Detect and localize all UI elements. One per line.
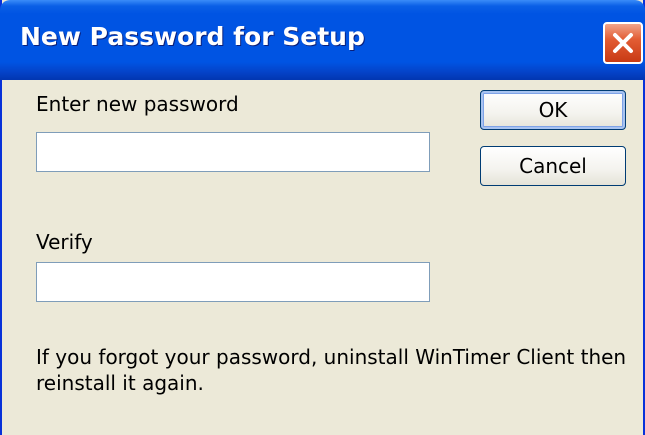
- close-icon: [613, 33, 633, 53]
- verify-password-input[interactable]: [36, 262, 430, 302]
- close-button[interactable]: [603, 22, 643, 64]
- cancel-button[interactable]: Cancel: [480, 146, 626, 186]
- ok-button[interactable]: OK: [480, 90, 626, 130]
- dialog-body: Enter new password Verify OK Cancel If y…: [2, 80, 643, 435]
- new-password-input[interactable]: [36, 132, 430, 172]
- dialog-title: New Password for Setup: [20, 22, 365, 51]
- help-text: If you forgot your password, uninstall W…: [36, 345, 627, 395]
- new-password-label: Enter new password: [36, 92, 239, 116]
- dialog-window: New Password for Setup Enter new passwor…: [0, 0, 645, 435]
- verify-label: Verify: [36, 230, 93, 254]
- title-bar[interactable]: New Password for Setup: [0, 0, 645, 80]
